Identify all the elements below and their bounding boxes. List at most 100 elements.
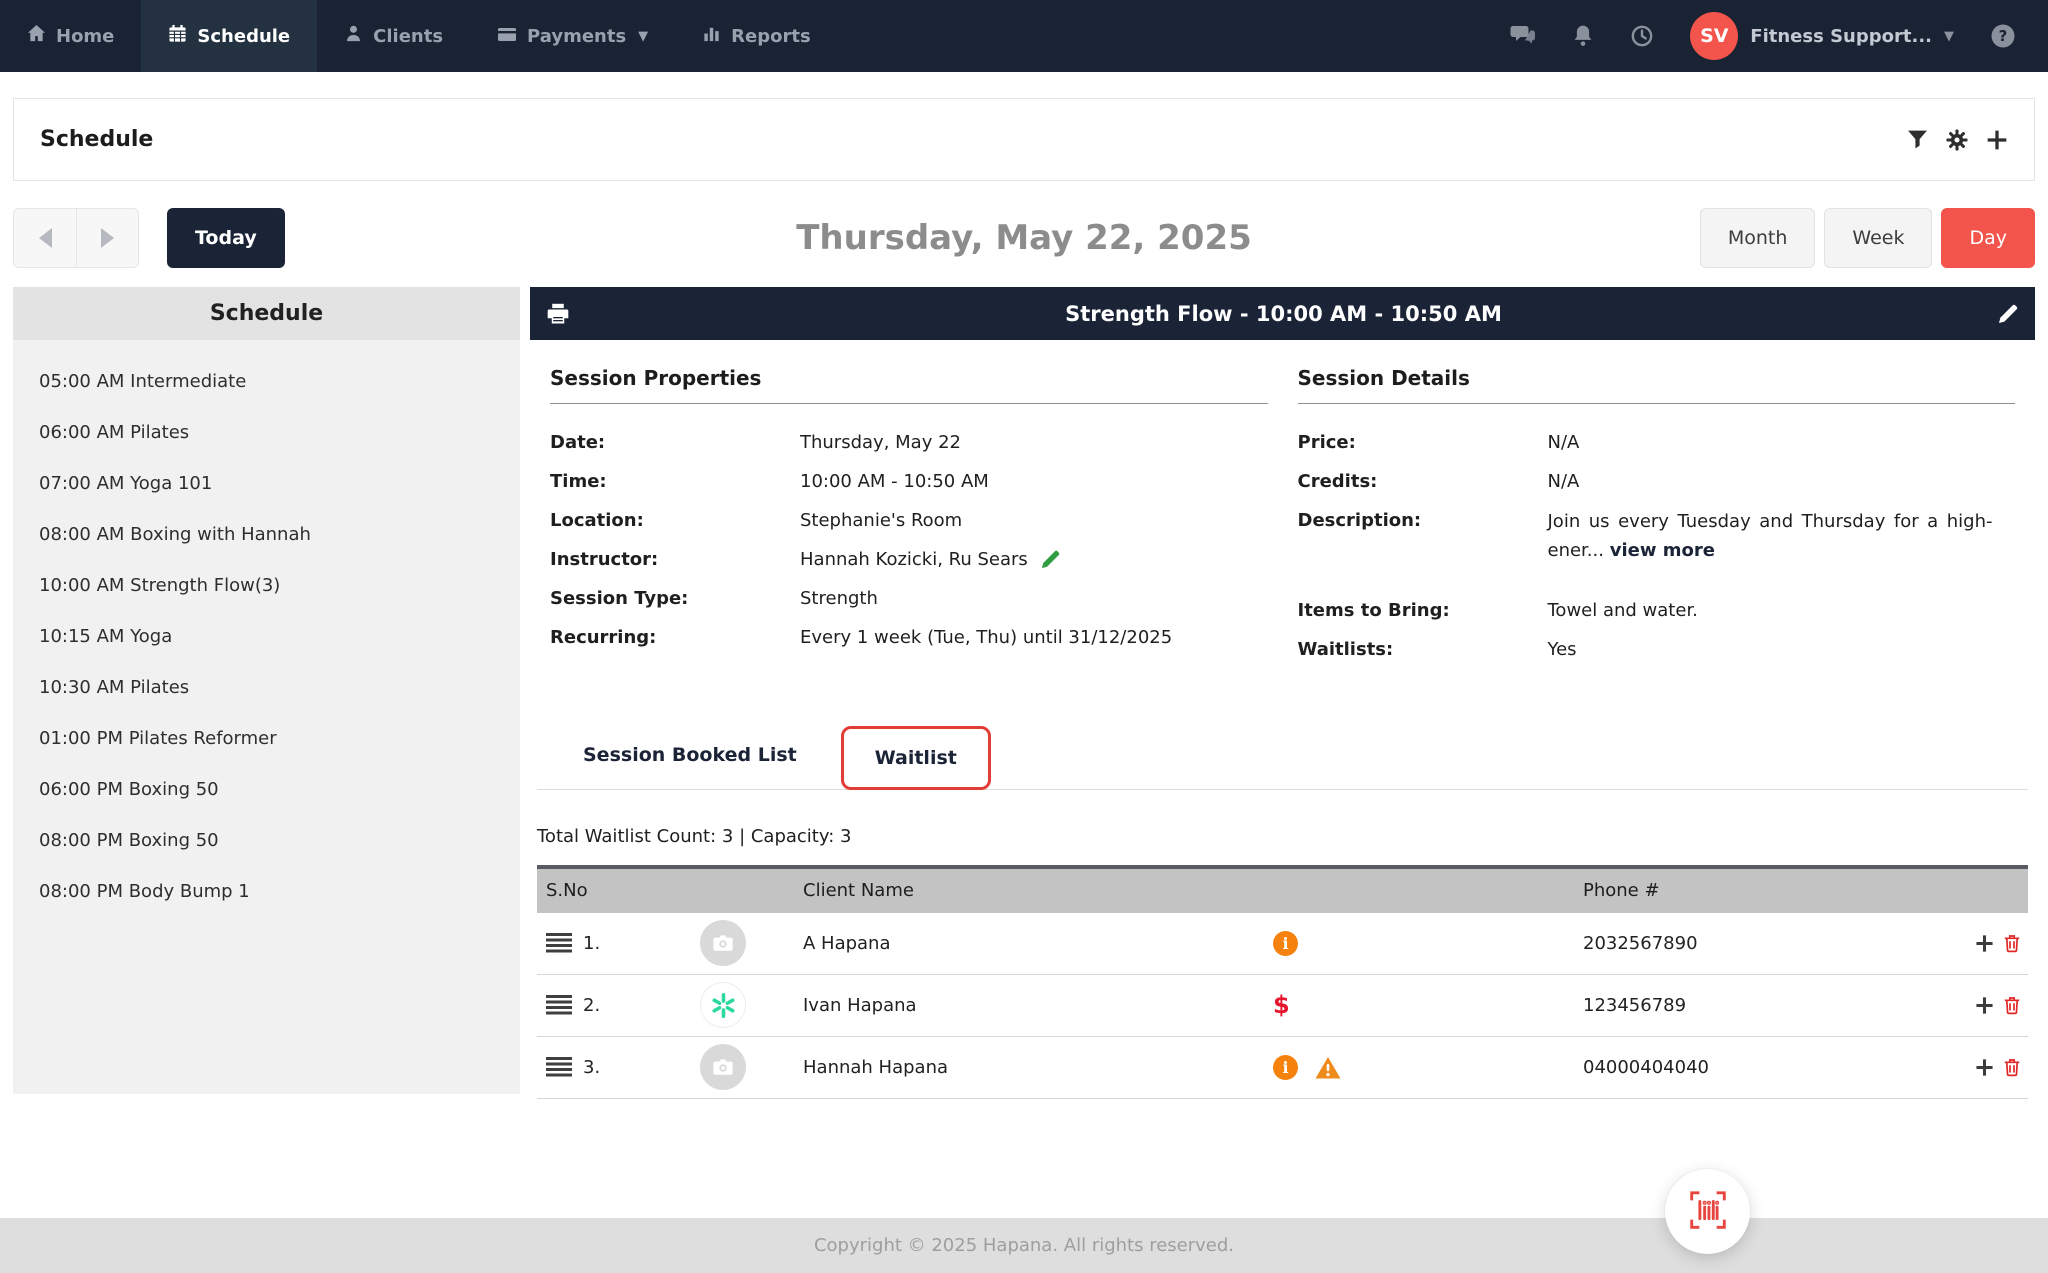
session-list: 05:00 AM Intermediate 06:00 AM Pilates 0…: [13, 340, 520, 1094]
table-row: 1. A Hapana i 2032567890: [537, 913, 2028, 975]
edit-session-icon[interactable]: [1997, 303, 2019, 325]
user-name: Fitness Support...: [1750, 26, 1932, 47]
section-heading: Session Properties: [550, 366, 1268, 390]
instructor-label: Instructor:: [550, 547, 800, 572]
nav-item-label: Clients: [373, 26, 443, 47]
delete-icon[interactable]: [2002, 1057, 2022, 1077]
info-icon[interactable]: i: [1273, 1055, 1298, 1080]
home-icon: [27, 24, 46, 48]
arrow-right-icon: [101, 228, 114, 248]
session-list-item[interactable]: 07:00 AM Yoga 101: [13, 458, 520, 509]
session-list-item[interactable]: 10:15 AM Yoga: [13, 611, 520, 662]
row-number: 3.: [583, 1057, 643, 1078]
page-title: Schedule: [40, 127, 153, 152]
nav-menu: Home Schedule Clients Payments ▼ Reports: [0, 0, 838, 72]
date-step-buttons: [13, 208, 139, 268]
items-to-bring-label: Items to Bring:: [1298, 598, 1548, 623]
nav-item-label: Home: [56, 26, 114, 47]
client-name: A Hapana: [803, 933, 1273, 954]
nav-item-label: Reports: [731, 26, 811, 47]
nav-item-clients[interactable]: Clients: [317, 0, 470, 72]
session-list-item[interactable]: 01:00 PM Pilates Reformer: [13, 713, 520, 764]
waitlists-value: Yes: [1548, 637, 1577, 662]
row-number: 1.: [583, 933, 643, 954]
waitlist-summary: Total Waitlist Count: 3 | Capacity: 3: [537, 826, 2028, 847]
tab-session-booked-list[interactable]: Session Booked List: [557, 744, 823, 766]
brand-asterisk-avatar-icon: [700, 982, 746, 1028]
info-icon[interactable]: i: [1273, 931, 1298, 956]
nav-item-schedule[interactable]: Schedule: [141, 0, 317, 72]
bell-icon[interactable]: [1572, 24, 1594, 48]
add-client-icon[interactable]: [1975, 1058, 1994, 1077]
drag-handle-icon[interactable]: [546, 995, 572, 1015]
time-value: 10:00 AM - 10:50 AM: [800, 469, 989, 494]
delete-icon[interactable]: [2002, 933, 2022, 953]
tab-label: Waitlist: [875, 747, 957, 769]
view-more-link[interactable]: view more: [1610, 540, 1715, 561]
camera-avatar-icon: [700, 920, 746, 966]
date-label: Date:: [550, 430, 800, 455]
copyright-text: Copyright © 2025 Hapana. All rights rese…: [814, 1235, 1234, 1256]
view-switcher: Month Week Day: [1700, 208, 2035, 268]
prev-day-button[interactable]: [14, 209, 76, 267]
time-label: Time:: [550, 469, 800, 494]
history-clock-icon[interactable]: [1630, 24, 1654, 48]
user-menu[interactable]: SV Fitness Support... ▼: [1690, 12, 1954, 60]
nav-item-reports[interactable]: Reports: [675, 0, 838, 72]
top-navbar: Home Schedule Clients Payments ▼ Reports: [0, 0, 2048, 72]
delete-icon[interactable]: [2002, 995, 2022, 1015]
calendar-icon: [168, 24, 187, 48]
view-month-button[interactable]: Month: [1700, 208, 1816, 268]
page-header-card: Schedule: [13, 98, 2035, 181]
barcode-scan-icon: [1685, 1187, 1731, 1237]
column-phone: Phone #: [1583, 880, 1963, 901]
session-list-item[interactable]: 05:00 AM Intermediate: [13, 356, 520, 407]
items-to-bring-value: Towel and water.: [1548, 598, 1698, 623]
add-client-icon[interactable]: [1975, 934, 1994, 953]
chat-icon[interactable]: [1510, 24, 1536, 48]
warning-icon[interactable]: [1314, 1055, 1342, 1080]
drag-handle-icon[interactable]: [546, 1057, 572, 1077]
chevron-down-icon: ▼: [1944, 29, 1954, 44]
session-list-item[interactable]: 10:30 AM Pilates: [13, 662, 520, 713]
session-list-item[interactable]: 08:00 PM Body Bump 1: [13, 866, 520, 917]
next-day-button[interactable]: [76, 209, 138, 267]
help-icon[interactable]: ?: [1990, 23, 2016, 49]
session-list-item[interactable]: 10:00 AM Strength Flow(3): [13, 560, 520, 611]
filter-icon[interactable]: [1907, 129, 1928, 150]
view-week-button[interactable]: Week: [1824, 208, 1932, 268]
add-icon[interactable]: [1986, 129, 2008, 151]
session-list-item[interactable]: 06:00 PM Boxing 50: [13, 764, 520, 815]
recurring-label: Recurring:: [550, 625, 800, 650]
view-day-button[interactable]: Day: [1941, 208, 2035, 268]
client-name: Ivan Hapana: [803, 995, 1273, 1016]
section-heading: Session Details: [1298, 366, 2016, 390]
payment-due-icon[interactable]: $: [1273, 991, 1290, 1019]
nav-item-home[interactable]: Home: [0, 0, 141, 72]
waitlists-label: Waitlists:: [1298, 637, 1548, 662]
drag-handle-icon[interactable]: [546, 933, 572, 953]
session-list-item[interactable]: 08:00 AM Boxing with Hannah: [13, 509, 520, 560]
add-client-icon[interactable]: [1975, 996, 1994, 1015]
credits-label: Credits:: [1298, 469, 1548, 494]
price-label: Price:: [1298, 430, 1548, 455]
barcode-scan-button[interactable]: [1665, 1169, 1750, 1254]
edit-instructor-icon[interactable]: [1040, 549, 1061, 570]
tab-waitlist[interactable]: Waitlist: [841, 726, 991, 790]
client-name: Hannah Hapana: [803, 1057, 1273, 1078]
nav-item-payments[interactable]: Payments ▼: [470, 0, 675, 72]
client-phone: 123456789: [1583, 995, 1963, 1016]
print-icon[interactable]: [546, 302, 570, 326]
session-type-label: Session Type:: [550, 586, 800, 611]
session-list-item[interactable]: 08:00 PM Boxing 50: [13, 815, 520, 866]
date-value: Thursday, May 22: [800, 430, 961, 455]
navbar-right: SV Fitness Support... ▼ ?: [1510, 0, 2048, 72]
session-type-value: Strength: [800, 586, 878, 611]
session-details: Session Details Price:N/A Credits:N/A De…: [1298, 366, 2016, 676]
gear-icon[interactable]: [1946, 129, 1968, 151]
session-list-item[interactable]: 06:00 AM Pilates: [13, 407, 520, 458]
credits-value: N/A: [1548, 469, 1580, 494]
svg-text:?: ?: [1999, 27, 2008, 45]
today-button[interactable]: Today: [167, 208, 285, 268]
chevron-down-icon: ▼: [638, 29, 648, 44]
